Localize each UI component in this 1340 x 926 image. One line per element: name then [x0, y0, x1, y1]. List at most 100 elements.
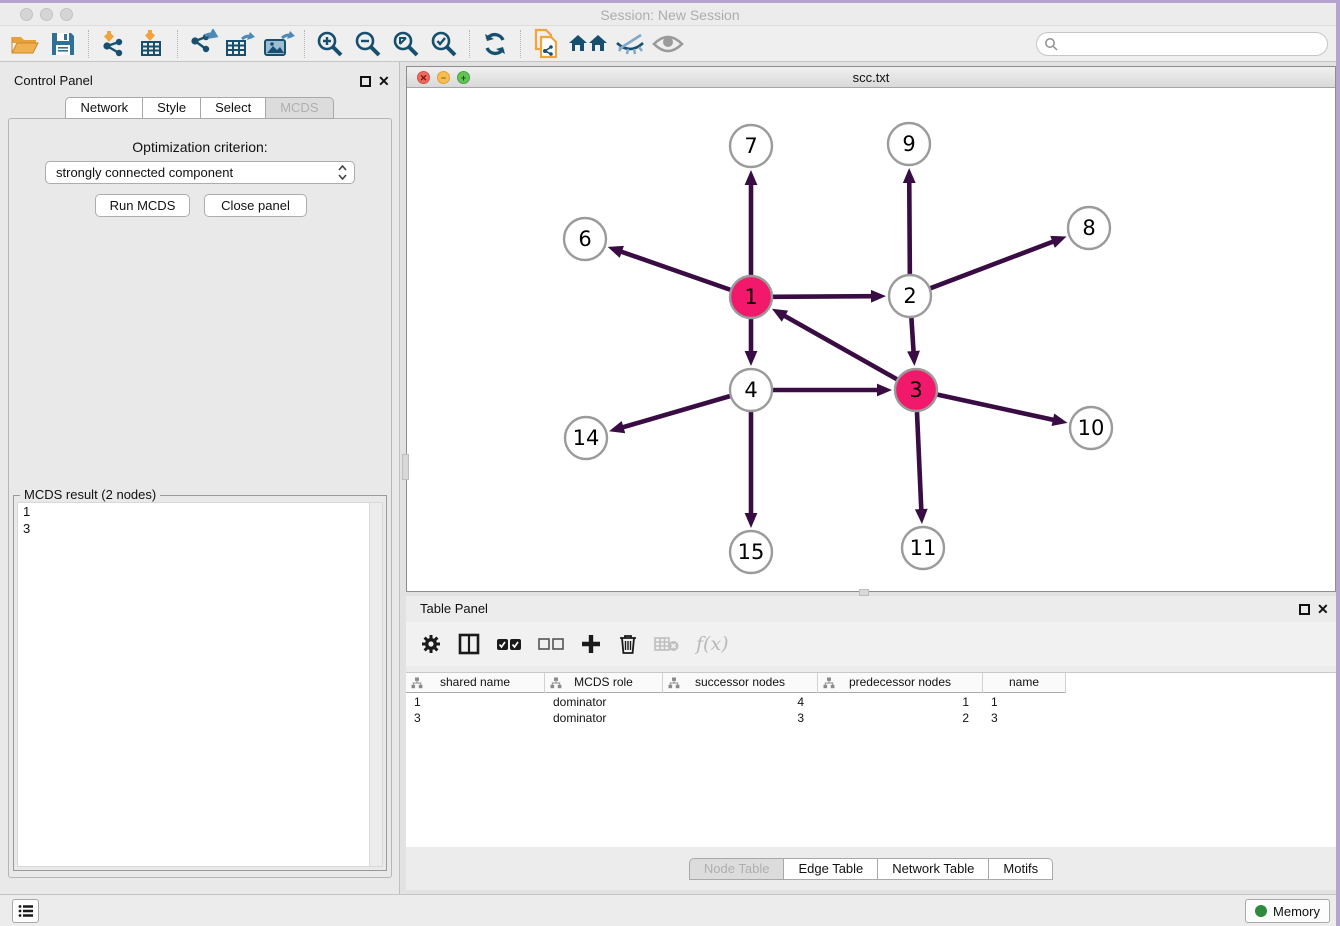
close-table-panel-icon[interactable]: ✕: [1317, 601, 1329, 618]
column-header-name[interactable]: name: [983, 673, 1066, 693]
hide-selected-button[interactable]: [611, 28, 649, 60]
deselect-all-button[interactable]: [538, 636, 564, 652]
table-tabs: Node TableEdge TableNetwork TableMotifs: [406, 858, 1336, 880]
criterion-value: strongly connected component: [56, 165, 233, 180]
arrowhead-1-4: [745, 351, 758, 366]
cell-shared-name[interactable]: 1: [406, 694, 545, 710]
column-header-MCDS-role[interactable]: MCDS role: [545, 673, 663, 693]
shared-column-icon: [550, 677, 562, 689]
zoom-fit-button[interactable]: [387, 28, 425, 60]
deselect-all-icon: [538, 636, 564, 652]
open-file-button[interactable]: [6, 28, 44, 60]
export-network-button[interactable]: [184, 28, 222, 60]
settings-gear-button[interactable]: [420, 633, 442, 655]
tab-mcds[interactable]: MCDS: [266, 97, 333, 119]
list-icon: [18, 904, 34, 918]
tab-network-table[interactable]: Network Table: [878, 858, 989, 880]
node-label-11: 11: [910, 536, 937, 560]
table-row-2[interactable]: 3dominator323: [406, 710, 1336, 726]
node-label-7: 7: [744, 134, 757, 158]
edge-3-11[interactable]: [917, 412, 921, 512]
home-network-button[interactable]: [565, 28, 611, 60]
save-icon: [50, 31, 76, 57]
cell-MCDS-role[interactable]: dominator: [545, 710, 663, 726]
network-canvas[interactable]: 7968124314101511: [407, 88, 1335, 591]
save-session-button[interactable]: [44, 28, 82, 60]
zoom-in-button[interactable]: [311, 28, 349, 60]
network-window-titlebar[interactable]: ✕ − + scc.txt: [407, 67, 1335, 88]
desktop-edge-right: [1336, 0, 1340, 926]
memory-button[interactable]: Memory: [1245, 899, 1330, 923]
column-header-predecessor-nodes[interactable]: predecessor nodes: [818, 673, 983, 693]
import-network-icon: [99, 29, 129, 59]
zoom-selected-button[interactable]: [425, 28, 463, 60]
function-builder-button[interactable]: f(x): [696, 633, 729, 655]
edge-2-8[interactable]: [931, 241, 1056, 288]
cell-predecessor-nodes[interactable]: 1: [818, 694, 983, 710]
vertical-splitter-grip[interactable]: [402, 454, 409, 480]
cell-predecessor-nodes[interactable]: 2: [818, 710, 983, 726]
tab-node-table[interactable]: Node Table: [689, 858, 785, 880]
cell-name[interactable]: 1: [983, 694, 1066, 710]
float-table-panel-icon[interactable]: [1299, 604, 1310, 615]
cell-successor-nodes[interactable]: 3: [663, 710, 818, 726]
tab-style[interactable]: Style: [143, 97, 201, 119]
column-header-label: name: [1009, 675, 1039, 689]
select-all-button[interactable]: [496, 636, 522, 652]
export-image-button[interactable]: [260, 28, 298, 60]
column-header-successor-nodes[interactable]: successor nodes: [663, 673, 818, 693]
network-file-button[interactable]: [527, 28, 565, 60]
zoom-out-button[interactable]: [349, 28, 387, 60]
eye-slash-icon: [614, 31, 646, 57]
tab-select[interactable]: Select: [201, 97, 266, 119]
criterion-dropdown[interactable]: strongly connected component: [45, 161, 355, 184]
task-history-button[interactable]: [12, 899, 39, 923]
float-panel-icon[interactable]: [360, 76, 371, 87]
node-label-8: 8: [1082, 216, 1095, 240]
edge-1-6[interactable]: [619, 251, 730, 290]
edge-2-9[interactable]: [909, 180, 910, 274]
tab-edge-table[interactable]: Edge Table: [784, 858, 878, 880]
optimization-criterion-label: Optimization criterion:: [9, 139, 391, 155]
add-column-button[interactable]: [580, 633, 602, 655]
cell-successor-nodes[interactable]: 4: [663, 694, 818, 710]
select-all-icon: [496, 636, 522, 652]
close-panel-icon[interactable]: ✕: [378, 73, 390, 90]
search-input[interactable]: [1036, 32, 1328, 56]
table-row-1[interactable]: 1dominator411: [406, 694, 1336, 710]
column-header-shared-name[interactable]: shared name: [406, 673, 545, 693]
export-table-button[interactable]: [222, 28, 260, 60]
edge-4-14[interactable]: [621, 396, 730, 428]
tab-motifs[interactable]: Motifs: [989, 858, 1053, 880]
show-all-button[interactable]: [649, 28, 687, 60]
refresh-button[interactable]: [476, 28, 514, 60]
show-columns-button[interactable]: [458, 633, 480, 655]
run-mcds-button[interactable]: Run MCDS: [95, 194, 190, 217]
plus-icon: [580, 633, 602, 655]
cell-name[interactable]: 3: [983, 710, 1066, 726]
edge-2-3[interactable]: [911, 318, 913, 354]
edge-3-1[interactable]: [782, 315, 896, 380]
main-toolbar: [0, 26, 1340, 62]
node-table: shared nameMCDS rolesuccessor nodesprede…: [406, 672, 1336, 847]
zoom-out-icon: [353, 29, 383, 59]
control-panel-title: Control Panel: [14, 73, 93, 88]
close-panel-button[interactable]: Close panel: [204, 194, 307, 217]
cell-shared-name[interactable]: 3: [406, 710, 545, 726]
edge-3-10[interactable]: [937, 395, 1055, 421]
import-table-button[interactable]: [133, 28, 171, 60]
result-scrollbar[interactable]: [369, 503, 382, 866]
import-network-button[interactable]: [95, 28, 133, 60]
node-label-14: 14: [573, 426, 600, 450]
horizontal-splitter-grip[interactable]: [859, 589, 869, 596]
cell-MCDS-role[interactable]: dominator: [545, 694, 663, 710]
delete-column-button[interactable]: [618, 633, 638, 655]
tab-network[interactable]: Network: [65, 97, 143, 119]
shared-column-icon: [823, 677, 835, 689]
arrowhead-3-10: [1052, 413, 1068, 426]
eye-icon: [651, 32, 685, 56]
delete-table-button[interactable]: [654, 635, 680, 653]
mcds-result-textarea[interactable]: 13: [17, 502, 383, 867]
edge-1-2[interactable]: [773, 296, 874, 297]
home-network-icon: [567, 31, 609, 57]
